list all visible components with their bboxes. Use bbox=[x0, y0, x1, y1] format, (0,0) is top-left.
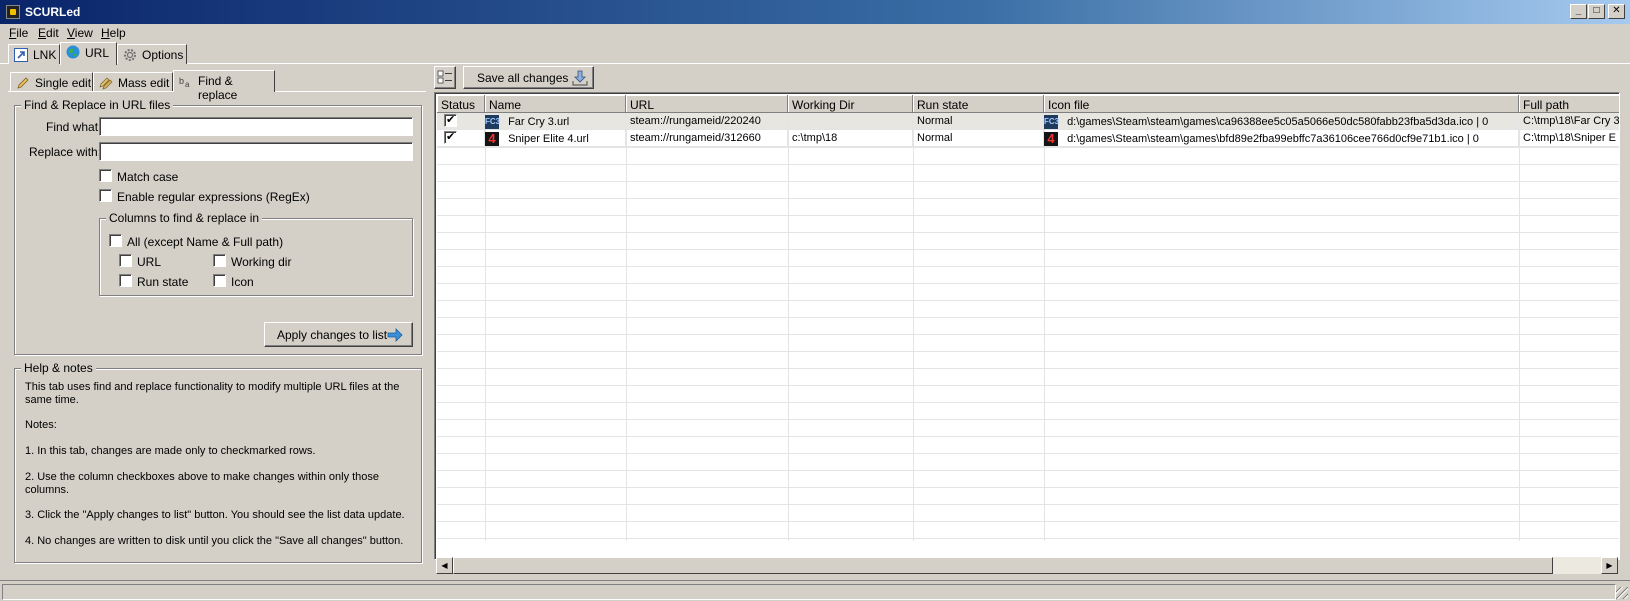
icon-column-label: Icon bbox=[231, 275, 254, 289]
row-run-state: Normal bbox=[913, 113, 1044, 130]
replace-with-label: Replace with: bbox=[29, 145, 102, 159]
column-header-run-state[interactable]: Run state bbox=[913, 95, 1044, 113]
note-2: 2. Use the column checkboxes above to ma… bbox=[25, 471, 380, 496]
row-working-dir bbox=[788, 113, 913, 130]
menu-help[interactable]: Help bbox=[101, 26, 126, 40]
sniper-elite-4-icon: 4 bbox=[1044, 132, 1058, 146]
tab-mass-edit[interactable]: Mass edit bbox=[93, 72, 173, 91]
match-case-checkbox[interactable] bbox=[99, 169, 112, 182]
row-full-path: C:\tmp\18\Far Cry 3 bbox=[1523, 115, 1619, 127]
icon-column-checkbox[interactable] bbox=[213, 274, 226, 287]
far-cry-3-icon: FC3 bbox=[1044, 115, 1059, 129]
all-columns-checkbox[interactable] bbox=[109, 234, 122, 247]
find-replace-icon: b a bbox=[179, 76, 190, 88]
tab-find-replace[interactable]: b a Find & replace bbox=[173, 70, 275, 102]
url-files-grid[interactable]: Status Name URL Working Dir Run state Ic… bbox=[434, 92, 1620, 560]
row-full-path: C:\tmp\18\Sniper E bbox=[1523, 132, 1616, 144]
tab-lnk[interactable]: LNK bbox=[8, 44, 60, 64]
url-column-checkbox[interactable] bbox=[119, 254, 132, 267]
regex-checkbox[interactable] bbox=[99, 189, 112, 202]
row-url: steam://rungameid/312660 bbox=[626, 130, 788, 147]
check-list-button[interactable] bbox=[434, 66, 456, 89]
help-notes-text: This tab uses find and replace functiona… bbox=[25, 381, 415, 548]
resize-grip[interactable] bbox=[1616, 587, 1628, 599]
find-what-label: Find what: bbox=[46, 120, 102, 134]
close-button[interactable]: ✕ bbox=[1608, 4, 1625, 19]
scrollbar-thumb[interactable] bbox=[453, 557, 1553, 574]
scroll-right-button[interactable]: ▶ bbox=[1601, 557, 1618, 574]
scroll-left-button[interactable]: ◀ bbox=[436, 557, 453, 574]
checklist-icon bbox=[437, 70, 452, 84]
table-row[interactable]: FC3 Far Cry 3.url steam://rungameid/2202… bbox=[437, 113, 1619, 130]
working-dir-checkbox[interactable] bbox=[213, 254, 226, 267]
table-row[interactable]: 4 Sniper Elite 4.url steam://rungameid/3… bbox=[437, 130, 1619, 147]
status-bar bbox=[0, 580, 1630, 601]
row-name: Far Cry 3.url bbox=[508, 115, 570, 128]
column-header-icon-file[interactable]: Icon file bbox=[1044, 95, 1519, 113]
note-4: 4. No changes are written to disk until … bbox=[25, 535, 404, 547]
regex-label: Enable regular expressions (RegEx) bbox=[117, 190, 310, 204]
grid-header: Status Name URL Working Dir Run state Ic… bbox=[437, 95, 1619, 113]
row-run-state: Normal bbox=[913, 130, 1044, 147]
notes-label: Notes: bbox=[25, 419, 57, 431]
save-all-changes-button[interactable]: Save all changes bbox=[463, 66, 594, 89]
menu-view[interactable]: View bbox=[67, 26, 93, 40]
maximize-button[interactable]: □ bbox=[1588, 4, 1605, 19]
column-header-url[interactable]: URL bbox=[626, 95, 788, 113]
run-state-checkbox[interactable] bbox=[119, 274, 132, 287]
minimize-button[interactable]: _ bbox=[1570, 4, 1587, 19]
tab-url[interactable]: URL bbox=[60, 42, 117, 65]
column-header-working-dir[interactable]: Working Dir bbox=[788, 95, 913, 113]
sniper-elite-4-icon: 4 bbox=[485, 132, 499, 146]
row-name: Sniper Elite 4.url bbox=[508, 132, 589, 145]
status-pane bbox=[2, 584, 1616, 600]
columns-group-title: Columns to find & replace in bbox=[106, 211, 263, 225]
row-working-dir: c:\tmp\18 bbox=[788, 130, 913, 147]
app-icon[interactable] bbox=[6, 5, 20, 19]
find-what-input[interactable] bbox=[99, 117, 413, 136]
all-columns-label: All (except Name & Full path) bbox=[127, 235, 284, 249]
window-title: SCURLed bbox=[25, 5, 81, 19]
column-header-status[interactable]: Status bbox=[437, 95, 485, 113]
menu-file[interactable]: File bbox=[9, 26, 28, 40]
run-state-label: Run state bbox=[137, 275, 189, 289]
tab-single-edit[interactable]: Single edit bbox=[10, 72, 93, 91]
main-tabs: LNK URL Options bbox=[0, 42, 1630, 65]
row-status-checkbox[interactable] bbox=[444, 130, 457, 144]
menu-edit[interactable]: Edit bbox=[38, 26, 59, 40]
gear-icon bbox=[124, 49, 136, 61]
row-status-checkbox[interactable] bbox=[444, 113, 457, 127]
apply-changes-button[interactable]: Apply changes to list bbox=[264, 322, 413, 347]
column-header-name[interactable]: Name bbox=[485, 95, 626, 113]
far-cry-3-icon: FC3 bbox=[485, 115, 500, 129]
note-3: 3. Click the "Apply changes to list" but… bbox=[25, 509, 405, 521]
horizontal-scrollbar[interactable]: ◀ ▶ bbox=[436, 557, 1618, 574]
match-case-label: Match case bbox=[117, 170, 179, 184]
pencil-icon bbox=[17, 77, 29, 89]
row-url: steam://rungameid/220240 bbox=[626, 113, 788, 130]
help-intro: This tab uses find and replace functiona… bbox=[25, 381, 400, 406]
row-icon-file: d:\games\Steam\steam\games\ca96388ee5c05… bbox=[1067, 115, 1489, 128]
note-1: 1. In this tab, changes are made only to… bbox=[25, 445, 316, 457]
stack-pencil-icon bbox=[99, 77, 113, 90]
globe-icon bbox=[66, 45, 80, 59]
working-dir-label: Working dir bbox=[231, 255, 292, 269]
arrow-right-icon bbox=[387, 328, 403, 342]
replace-with-input[interactable] bbox=[99, 142, 413, 161]
help-notes-title: Help & notes bbox=[21, 361, 96, 375]
svg-text:b: b bbox=[179, 76, 184, 86]
shortcut-arrow-icon bbox=[14, 48, 28, 62]
tab-options[interactable]: Options bbox=[117, 44, 187, 64]
column-header-full-path[interactable]: Full path bbox=[1519, 95, 1619, 113]
url-column-label: URL bbox=[137, 255, 162, 269]
svg-text:a: a bbox=[185, 80, 190, 88]
row-icon-file: d:\games\Steam\steam\games\bfd89e2fba99e… bbox=[1067, 132, 1479, 145]
menu-bar: File Edit View Help bbox=[0, 24, 1630, 42]
title-bar[interactable]: SCURLed _ □ ✕ bbox=[0, 0, 1630, 24]
find-replace-group-title: Find & Replace in URL files bbox=[21, 98, 174, 112]
save-download-icon bbox=[572, 70, 588, 86]
